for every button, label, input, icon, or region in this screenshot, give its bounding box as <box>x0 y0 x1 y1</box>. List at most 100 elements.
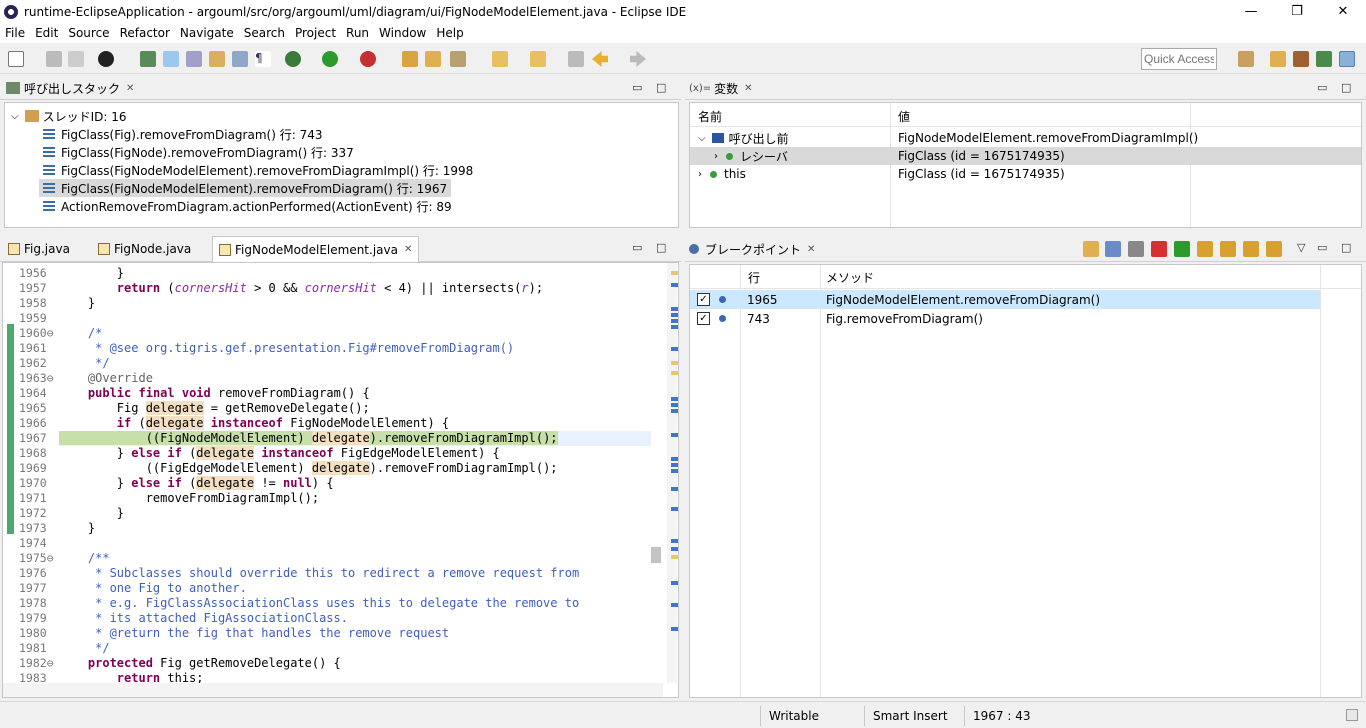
stack-frame[interactable]: FigClass(FigNodeModelElement).removeFrom… <box>43 161 473 179</box>
chevron-right-icon[interactable]: › <box>698 169 702 180</box>
ruler-mark[interactable] <box>671 325 678 329</box>
minimize-button[interactable]: — <box>1228 0 1274 23</box>
maximize-icon[interactable]: □ <box>1341 241 1351 254</box>
search-tools-icon[interactable] <box>450 51 466 67</box>
forward-icon[interactable] <box>630 51 646 67</box>
link-icon[interactable] <box>1105 241 1121 257</box>
ruler-mark[interactable] <box>671 307 678 311</box>
code-line[interactable]: 1960⊖ /* <box>3 326 651 341</box>
minimize-icon[interactable]: ▭ <box>632 81 642 94</box>
code-line[interactable]: 1965 Fig delegate = getRemoveDelegate(); <box>3 401 651 416</box>
ruler-mark[interactable] <box>671 555 678 559</box>
profile-icon[interactable] <box>98 51 114 67</box>
prev-edit-icon[interactable] <box>530 51 546 67</box>
maximize-icon[interactable]: □ <box>1341 81 1351 94</box>
minimize-icon[interactable]: ▭ <box>632 241 642 254</box>
callstack-tab-title[interactable]: 呼び出しスタック <box>24 80 120 97</box>
ruler-mark[interactable] <box>671 627 678 631</box>
code-line[interactable]: 1961 * @see org.tigris.gef.presentation.… <box>3 341 651 356</box>
menu-navigate[interactable]: Navigate <box>175 26 239 40</box>
tab-fignode-java[interactable]: FigNode.java <box>98 238 191 260</box>
step-into-icon[interactable] <box>1197 241 1213 257</box>
code-line[interactable]: 1963⊖ @Override <box>3 371 651 386</box>
ruler-mark[interactable] <box>671 469 678 473</box>
code-line[interactable]: 1979 * its attached FigAssociationClass. <box>3 611 651 626</box>
close-button[interactable]: ✕ <box>1320 0 1366 23</box>
ruler-mark[interactable] <box>671 409 678 413</box>
quick-access-input[interactable] <box>1141 48 1217 70</box>
code-line[interactable]: 1966 if (delegate instanceof FigNodeMode… <box>3 416 651 431</box>
code-line[interactable]: 1980 * @return the fig that handles the … <box>3 626 651 641</box>
open-task-icon[interactable] <box>425 51 441 67</box>
stack-frame[interactable]: FigClass(Fig).removeFromDiagram() 行: 743 <box>43 125 322 143</box>
code-line[interactable]: 1957 return (cornersHit > 0 && cornersHi… <box>3 281 651 296</box>
code-line[interactable]: 1956 } <box>3 266 651 281</box>
open-folder-icon[interactable] <box>402 51 418 67</box>
open-perspective-icon[interactable] <box>1238 51 1254 67</box>
resource-perspective-icon[interactable] <box>1270 51 1286 67</box>
mark-occurrences-icon[interactable] <box>163 51 179 67</box>
code-editor[interactable]: 1956 } 1957 return (cornersHit > 0 && cor… <box>2 262 679 698</box>
chevron-right-icon[interactable]: › <box>714 151 718 162</box>
last-edit-icon[interactable] <box>568 51 584 67</box>
ruler-mark[interactable] <box>671 487 678 491</box>
show-whitespace-icon[interactable] <box>232 51 248 67</box>
ruler-mark[interactable] <box>671 581 678 585</box>
breakpoint-line[interactable]: 743 <box>747 310 770 328</box>
code-line[interactable]: 1975⊖ /** <box>3 551 651 566</box>
code-line[interactable]: 1958 } <box>3 296 651 311</box>
ruler-mark[interactable] <box>671 313 678 317</box>
resume-icon[interactable] <box>1174 241 1190 257</box>
back-icon[interactable] <box>592 51 608 67</box>
thread-label[interactable]: スレッドID: 16 <box>43 108 127 125</box>
variables-tab-title[interactable]: 変数 <box>714 80 738 97</box>
ruler-mark[interactable] <box>671 283 678 287</box>
run-icon[interactable] <box>322 51 338 67</box>
chevron-down-icon[interactable]: ⌵ <box>11 111 19 122</box>
ruler-mark[interactable] <box>671 397 678 401</box>
variable-row[interactable]: ⌵ 呼び出し前 <box>698 129 789 147</box>
breakpoint-checkbox[interactable]: ✓ <box>697 293 710 306</box>
ruler-mark[interactable] <box>671 457 678 461</box>
open-folder-icon[interactable] <box>1083 241 1099 257</box>
toggle-block-icon[interactable] <box>186 51 202 67</box>
remove-breakpoint-icon[interactable] <box>1151 241 1167 257</box>
ruler-mark[interactable] <box>671 433 678 437</box>
horizontal-scrollbar[interactable] <box>3 683 663 697</box>
menu-search[interactable]: Search <box>239 26 290 40</box>
save-all-icon[interactable] <box>68 51 84 67</box>
column-header-value[interactable]: 値 <box>898 107 910 125</box>
code-line[interactable]: 1969 ((FigEdgeModelElement) delegate).re… <box>3 461 651 476</box>
vertical-scrollbar-thumb[interactable] <box>651 547 661 563</box>
chevron-down-icon[interactable]: ⌵ <box>698 133 706 144</box>
code-line[interactable]: 1971 removeFromDiagramImpl(); <box>3 491 651 506</box>
next-annotation-icon[interactable] <box>209 51 225 67</box>
menu-window[interactable]: Window <box>374 26 431 40</box>
menu-project[interactable]: Project <box>290 26 341 40</box>
breakpoints-tab-title[interactable]: ブレークポイント <box>705 241 801 258</box>
maximize-icon[interactable]: □ <box>656 81 666 94</box>
code-line[interactable]: 1968 } else if (delegate instanceof FigE… <box>3 446 651 461</box>
java-perspective-icon[interactable] <box>1293 51 1309 67</box>
code-line[interactable]: 1974 <box>3 536 651 551</box>
tab-fig-java[interactable]: Fig.java <box>8 238 70 260</box>
code-line[interactable]: 1978 * e.g. FigClassAssociationClass use… <box>3 596 651 611</box>
ruler-mark[interactable] <box>671 347 678 351</box>
close-icon[interactable]: ✕ <box>807 244 815 255</box>
minimize-icon[interactable]: ▭ <box>1317 81 1327 94</box>
menu-help[interactable]: Help <box>431 26 468 40</box>
menu-run[interactable]: Run <box>341 26 374 40</box>
stack-frame[interactable]: FigClass(FigNode).removeFromDiagram() 行:… <box>43 143 354 161</box>
new-icon[interactable] <box>8 51 24 67</box>
menu-source[interactable]: Source <box>63 26 114 40</box>
ruler-mark[interactable] <box>671 271 678 275</box>
ruler-mark[interactable] <box>671 539 678 543</box>
next-edit-icon[interactable] <box>492 51 508 67</box>
code-line[interactable]: 1972 } <box>3 506 651 521</box>
code-line[interactable]: 1962 */ <box>3 356 651 371</box>
ruler-mark[interactable] <box>671 371 678 375</box>
code-line[interactable]: 1959 <box>3 311 651 326</box>
column-header-name[interactable]: 名前 <box>698 107 722 125</box>
maximize-button[interactable]: ❐ <box>1274 0 1320 23</box>
column-header-line[interactable]: 行 <box>748 268 760 286</box>
